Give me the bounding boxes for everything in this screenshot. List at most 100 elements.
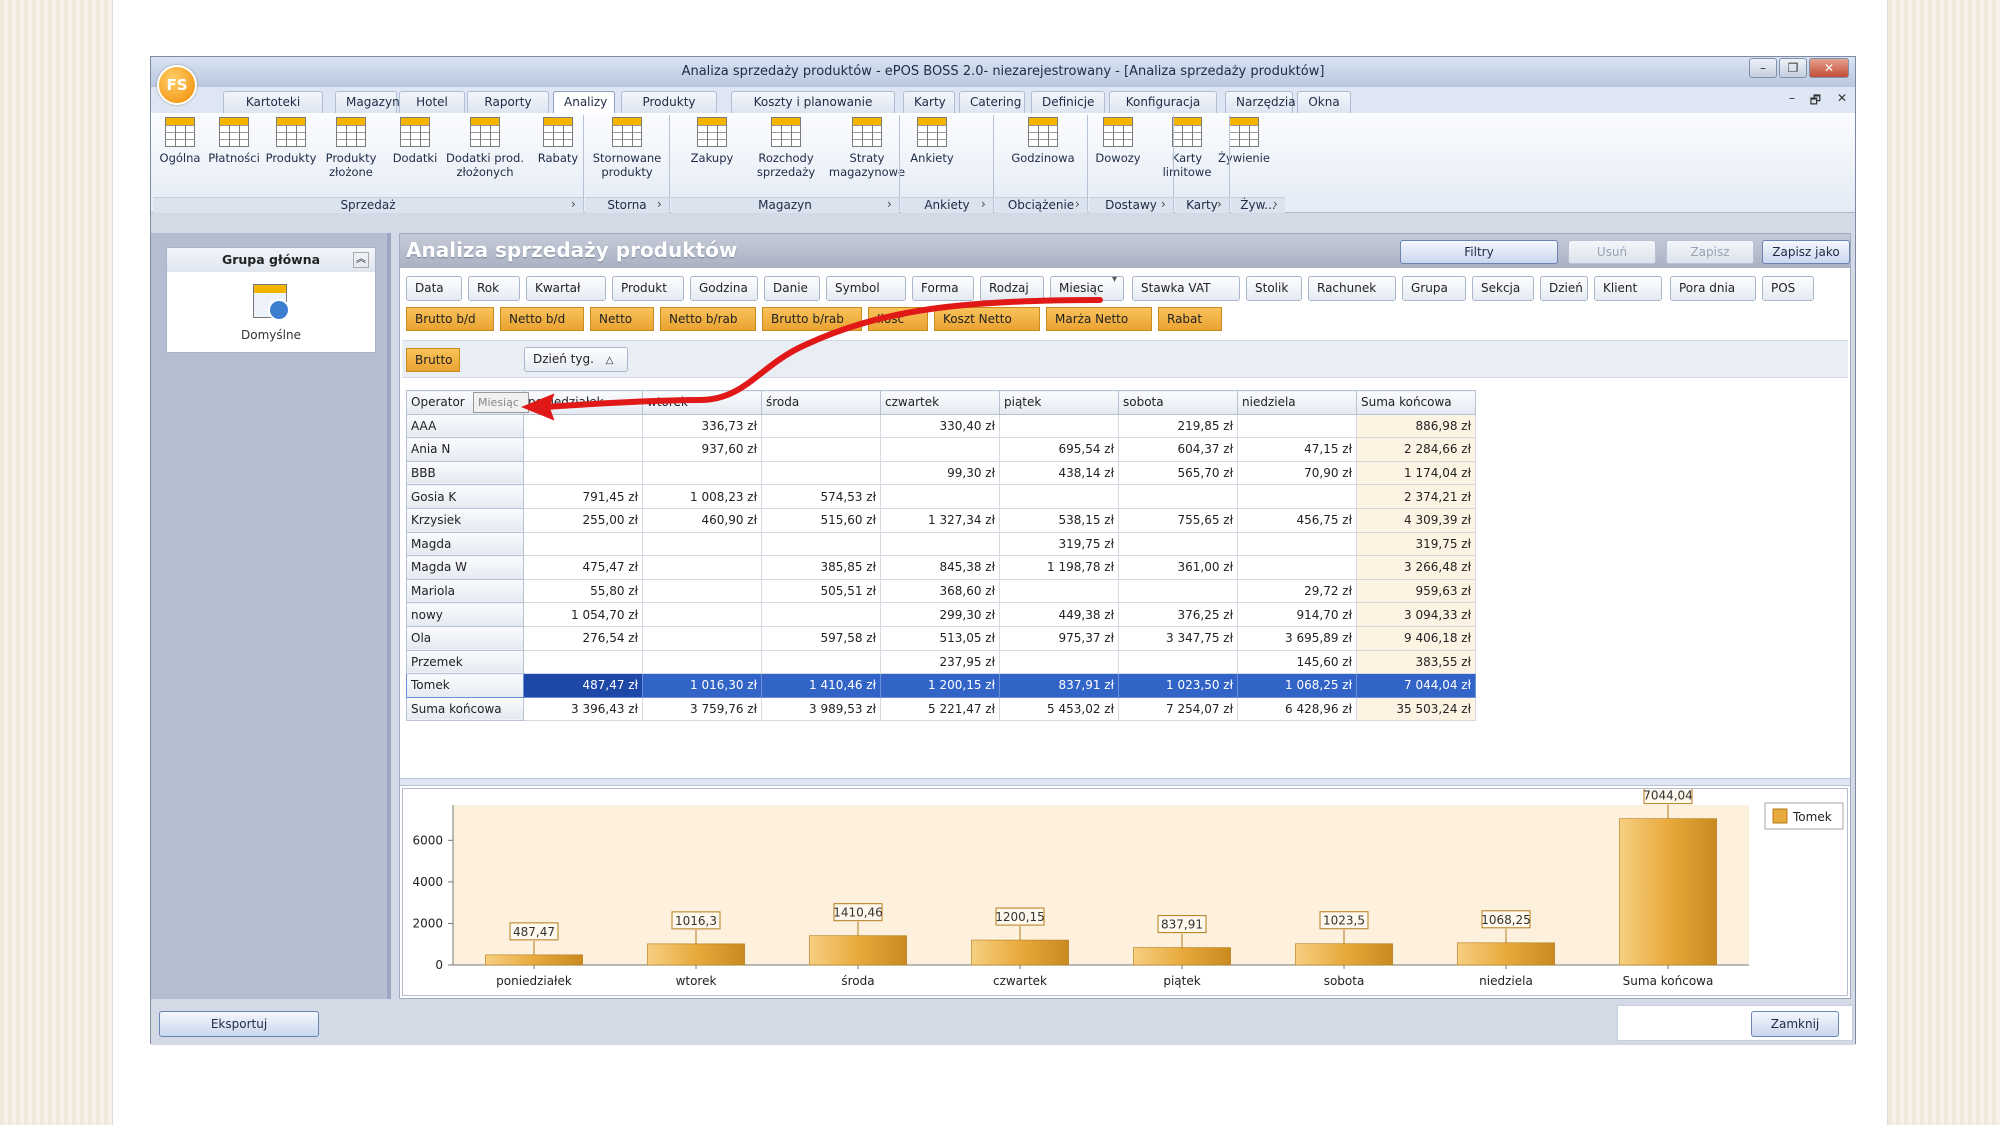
field-chip[interactable]: Pora dnia	[1670, 276, 1756, 301]
table-cell[interactable]: 1 054,70 zł	[523, 602, 643, 627]
column-header[interactable]: wtorek	[642, 390, 762, 415]
data-chip[interactable]: Brutto b/rab	[762, 307, 862, 331]
field-chip[interactable]: Kwartał	[526, 276, 606, 301]
table-row[interactable]: Suma końcowa 3 396,43 zł 3 759,76 zł 3 989,…	[406, 696, 1476, 722]
data-chip[interactable]: Netto	[590, 307, 654, 331]
table-row[interactable]: Tomek 487,47 zł 1 016,30 zł 1 410,46 zł 1 20…	[406, 673, 1476, 698]
row-header[interactable]: Magda	[406, 531, 524, 557]
table-cell[interactable]	[1118, 531, 1238, 557]
mdi-restore-icon[interactable]: 🗗	[1810, 91, 1821, 112]
table-cell[interactable]	[1118, 578, 1238, 604]
field-chip[interactable]: Stolik	[1246, 276, 1302, 301]
table-cell[interactable]: 336,73 zł	[642, 413, 762, 439]
table-cell[interactable]: 99,30 zł	[880, 460, 1000, 486]
table-cell[interactable]: 3 094,33 zł	[1356, 602, 1476, 627]
table-cell[interactable]: 937,60 zł	[642, 437, 762, 462]
table-cell[interactable]: 5 453,02 zł	[999, 696, 1119, 722]
mdi-close-icon[interactable]: ✕	[1837, 91, 1847, 105]
tab-narzędzia[interactable]: Narzędzia	[1225, 91, 1296, 113]
ribbon-button-11[interactable]: Ankiety	[901, 117, 963, 165]
column-header[interactable]: sobota	[1118, 390, 1238, 415]
table-row[interactable]: Gosia K 791,45 zł 1 008,23 zł 574,53 zł 2 37…	[406, 484, 1476, 509]
table-cell[interactable]: 299,30 zł	[880, 602, 1000, 627]
table-cell[interactable]	[999, 578, 1119, 604]
ribbon-button-5[interactable]: Dodatki prod. złożonych	[441, 117, 529, 179]
table-row[interactable]: Ola 276,54 zł 597,58 zł 513,05 zł 975,37 zł 3…	[406, 625, 1476, 651]
field-chip[interactable]: Rodzaj	[980, 276, 1044, 301]
table-cell[interactable]	[642, 555, 762, 580]
ribbon-button-6[interactable]: Rabaty	[533, 117, 583, 165]
table-cell[interactable]: 361,00 zł	[1118, 555, 1238, 580]
table-cell[interactable]	[642, 460, 762, 486]
table-row[interactable]: Krzysiek 255,00 zł 460,90 zł 515,60 zł 1 327…	[406, 507, 1476, 533]
ribbon-button-0[interactable]: Ogólna	[157, 117, 203, 165]
table-cell[interactable]: 505,51 zł	[761, 578, 881, 604]
field-chip[interactable]: Symbol	[826, 276, 906, 301]
table-cell[interactable]: 1 200,15 zł	[880, 673, 1000, 698]
filters-button[interactable]: Filtry	[1400, 240, 1558, 264]
field-chip[interactable]: Danie	[764, 276, 820, 301]
group-expand-icon[interactable]: ›	[1273, 197, 1278, 211]
tab-raporty[interactable]: Raporty	[467, 91, 549, 113]
tab-catering[interactable]: Catering	[959, 91, 1025, 113]
collapse-icon[interactable]: ︽	[353, 252, 369, 268]
table-cell[interactable]: 383,55 zł	[1356, 649, 1476, 675]
table-cell[interactable]: 276,54 zł	[523, 625, 643, 651]
table-cell[interactable]: 219,85 zł	[1118, 413, 1238, 439]
table-cell[interactable]	[642, 578, 762, 604]
table-row[interactable]: BBB 99,30 zł 438,14 zł 565,70 zł 70,90 zł 1 1…	[406, 460, 1476, 486]
table-cell[interactable]: 755,65 zł	[1118, 507, 1238, 533]
field-chip[interactable]: Sekcja	[1472, 276, 1534, 301]
table-cell[interactable]: 959,63 zł	[1356, 578, 1476, 604]
table-cell[interactable]: 7 254,07 zł	[1118, 696, 1238, 722]
tab-karty[interactable]: Karty	[903, 91, 955, 113]
table-cell[interactable]	[642, 649, 762, 675]
table-cell[interactable]: 460,90 zł	[642, 507, 762, 533]
row-header[interactable]: Tomek	[406, 673, 524, 698]
table-cell[interactable]: 2 284,66 zł	[1356, 437, 1476, 462]
field-chip[interactable]: Dzień	[1540, 276, 1588, 301]
table-cell[interactable]: 574,53 zł	[761, 484, 881, 509]
table-cell[interactable]: 886,98 zł	[1356, 413, 1476, 439]
column-header[interactable]: poniedziałek	[523, 390, 643, 415]
column-header[interactable]: czwartek	[880, 390, 1000, 415]
table-cell[interactable]: 538,15 zł	[999, 507, 1119, 533]
tab-konfiguracja[interactable]: Konfiguracja	[1109, 91, 1217, 113]
table-cell[interactable]	[523, 437, 643, 462]
table-cell[interactable]	[523, 531, 643, 557]
group-expand-icon[interactable]: ›	[571, 197, 576, 211]
tab-produkty[interactable]: Produkty	[621, 91, 717, 113]
ribbon-button-10[interactable]: Straty magazynowe	[827, 117, 907, 179]
table-cell[interactable]: 3 347,75 zł	[1118, 625, 1238, 651]
table-row[interactable]: Magda 319,75 zł 319,75 zł	[406, 531, 1476, 557]
table-cell[interactable]: 513,05 zł	[880, 625, 1000, 651]
row-header[interactable]: nowy	[406, 602, 524, 627]
data-field-brutto[interactable]: Brutto	[406, 348, 460, 372]
table-cell[interactable]: 975,37 zł	[999, 625, 1119, 651]
sidebar-item-default[interactable]: Domyślne	[167, 328, 375, 342]
table-cell[interactable]: 1 174,04 zł	[1356, 460, 1476, 486]
field-chip[interactable]: Godzina	[690, 276, 758, 301]
group-expand-icon[interactable]: ›	[1161, 197, 1166, 211]
field-chip[interactable]: Rachunek	[1308, 276, 1396, 301]
table-cell[interactable]	[642, 625, 762, 651]
table-cell[interactable]: 1 068,25 zł	[1237, 673, 1357, 698]
filter-dropdown-icon[interactable]: ▾	[1112, 274, 1117, 285]
table-cell[interactable]: 3 759,76 zł	[642, 696, 762, 722]
table-cell[interactable]	[880, 484, 1000, 509]
tab-definicje[interactable]: Definicje	[1031, 91, 1105, 113]
row-header[interactable]: AAA	[406, 413, 524, 439]
table-cell[interactable]	[523, 649, 643, 675]
table-cell[interactable]: 319,75 zł	[1356, 531, 1476, 557]
table-cell[interactable]: 47,15 zł	[1237, 437, 1357, 462]
table-cell[interactable]	[1237, 413, 1357, 439]
field-chip[interactable]: Rok	[468, 276, 520, 301]
ribbon-button-9[interactable]: Rozchody sprzedaży	[749, 117, 823, 179]
ribbon-button-7[interactable]: Stornowane produkty	[587, 117, 667, 179]
table-cell[interactable]: 368,60 zł	[880, 578, 1000, 604]
field-chip[interactable]: Grupa	[1402, 276, 1466, 301]
restore-icon[interactable]: ❐	[1779, 58, 1807, 78]
table-cell[interactable]	[1118, 649, 1238, 675]
table-cell[interactable]: 791,45 zł	[523, 484, 643, 509]
ribbon-button-14[interactable]: Karty limitowe	[1159, 117, 1215, 179]
